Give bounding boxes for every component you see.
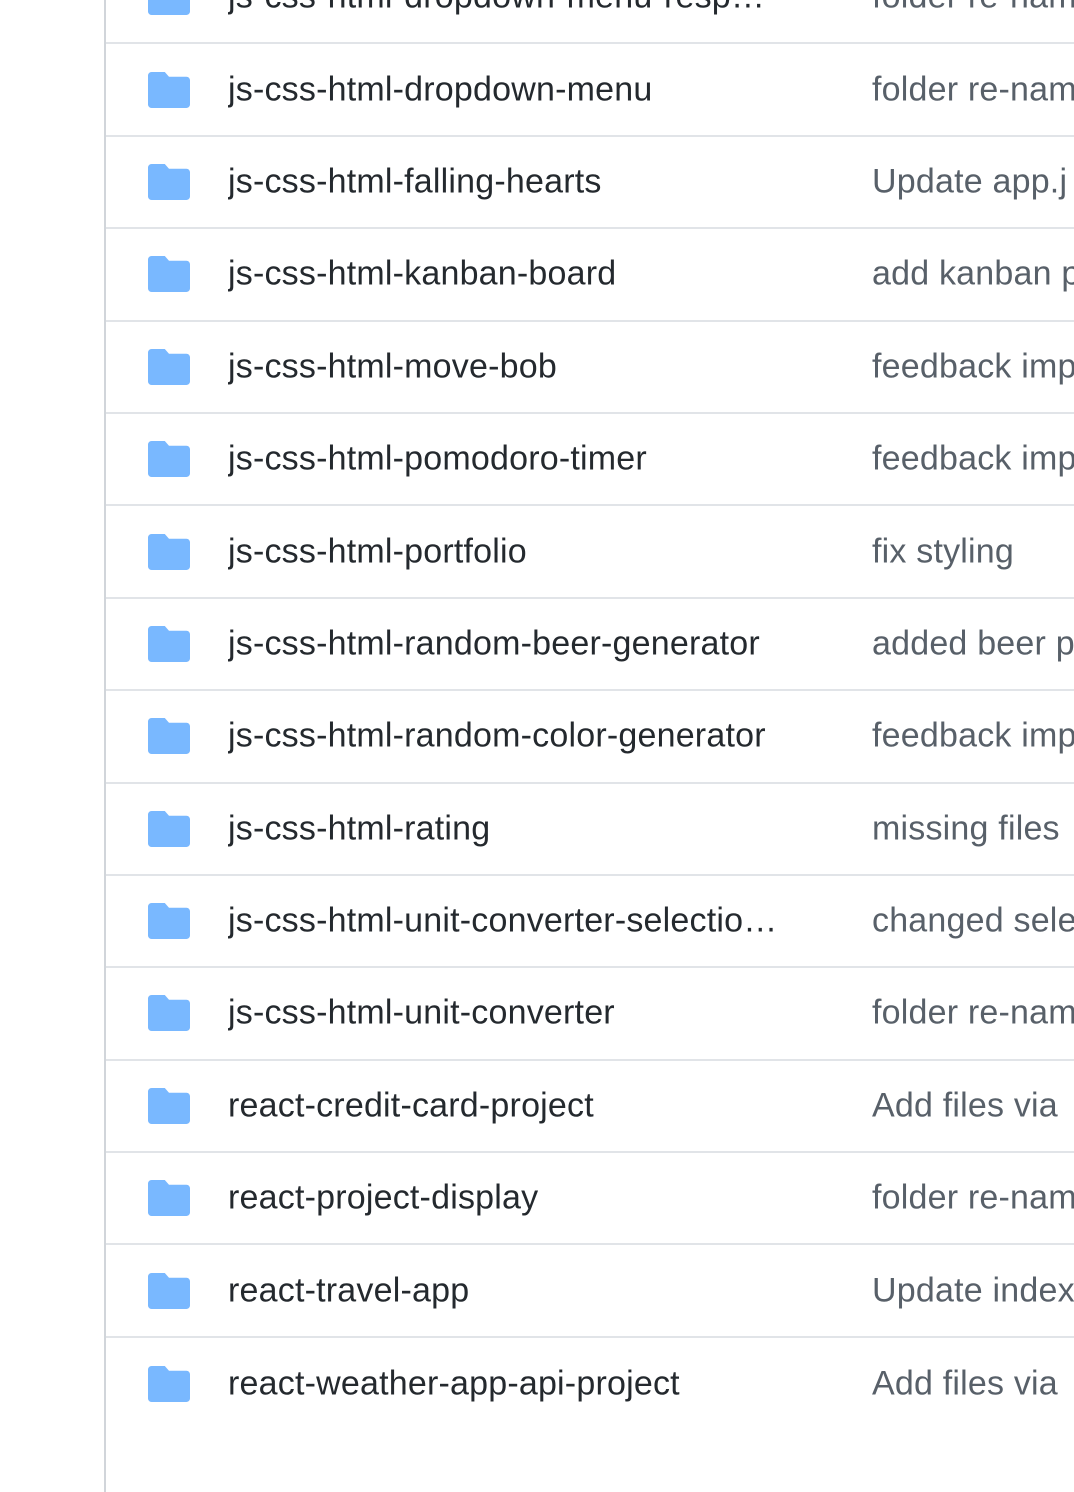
file-name-link[interactable]: js-css-html-rating (228, 809, 833, 848)
file-name-link[interactable]: js-css-html-unit-converter (228, 994, 833, 1033)
file-name-link[interactable]: js-css-html-random-beer-generator (228, 624, 833, 663)
commit-message-link[interactable]: missing files (872, 809, 1060, 848)
commit-message-link[interactable]: added beer p (872, 624, 1074, 663)
file-row[interactable]: js-css-html-move-bob feedback imp (106, 322, 1074, 414)
file-row[interactable]: js-css-html-unit-converter folder re-nam (106, 968, 1074, 1061)
file-row[interactable]: js-css-html-unit-converter-selectio… cha… (106, 876, 1074, 969)
folder-icon (148, 71, 190, 108)
folder-icon (148, 1180, 190, 1217)
commit-message-link[interactable]: Add files via (872, 1365, 1058, 1404)
file-name-link[interactable]: js-css-html-falling-hearts (228, 162, 833, 201)
file-row[interactable]: react-project-display folder re-nam (106, 1153, 1074, 1246)
folder-icon (148, 1087, 190, 1124)
file-row[interactable]: js-css-html-rating missing files (106, 784, 1074, 876)
commit-message-link[interactable]: folder re-nam (872, 994, 1074, 1033)
commit-message-link[interactable]: folder re-nam (872, 70, 1074, 109)
file-name-link[interactable]: js-css-html-dropdown-menu (228, 70, 833, 109)
folder-icon (148, 903, 190, 940)
folder-icon (148, 995, 190, 1032)
commit-message-link[interactable]: feedback imp (872, 717, 1074, 756)
file-name-link[interactable]: js-css-html-dropdown-menu-resp… (228, 0, 833, 17)
commit-message-link[interactable]: folder re-nam (872, 1179, 1074, 1218)
folder-icon (148, 348, 190, 385)
folder-icon (148, 0, 190, 16)
commit-message-link[interactable]: folder re-nam (872, 0, 1074, 17)
file-row[interactable]: js-css-html-dropdown-menu-resp… folder r… (106, 0, 1074, 45)
file-name-link[interactable]: js-css-html-pomodoro-timer (228, 440, 833, 479)
file-row[interactable]: react-travel-app Update index (106, 1245, 1074, 1338)
file-name-link[interactable]: react-travel-app (228, 1271, 833, 1310)
file-row[interactable]: js-css-html-random-beer-generator added … (106, 599, 1074, 692)
file-row[interactable]: js-css-html-pomodoro-timer feedback imp (106, 414, 1074, 507)
file-name-link[interactable]: js-css-html-unit-converter-selectio… (228, 902, 833, 941)
folder-icon (148, 718, 190, 755)
commit-message-link[interactable]: Update index (872, 1271, 1074, 1310)
file-name-link[interactable]: js-css-html-kanban-board (228, 255, 833, 294)
file-name-link[interactable]: react-weather-app-api-project (228, 1365, 833, 1404)
file-row[interactable]: react-weather-app-api-project Add files … (106, 1338, 1074, 1430)
commit-message-link[interactable]: fix styling (872, 532, 1014, 571)
commit-message-link[interactable]: add kanban p (872, 255, 1074, 294)
folder-icon (148, 441, 190, 478)
file-row[interactable]: js-css-html-falling-hearts Update app.j (106, 137, 1074, 230)
file-row[interactable]: js-css-html-portfolio fix styling (106, 506, 1074, 599)
folder-icon (148, 256, 190, 293)
commit-message-link[interactable]: changed sele (872, 902, 1074, 941)
commit-message-link[interactable]: Update app.j (872, 162, 1067, 201)
file-list: js-css-html-dropdown-menu-resp… folder r… (104, 0, 1074, 1492)
file-name-link[interactable]: react-project-display (228, 1179, 833, 1218)
file-row[interactable]: js-css-html-kanban-board add kanban p (106, 229, 1074, 322)
commit-message-link[interactable]: feedback imp (872, 440, 1074, 479)
file-name-link[interactable]: react-credit-card-project (228, 1086, 833, 1125)
commit-message-link[interactable]: Add files via (872, 1086, 1058, 1125)
folder-icon (148, 163, 190, 200)
file-name-link[interactable]: js-css-html-random-color-generator (228, 717, 833, 756)
folder-icon (148, 1366, 190, 1403)
commit-message-link[interactable]: feedback imp (872, 347, 1074, 386)
folder-icon (148, 1272, 190, 1309)
file-row[interactable]: js-css-html-dropdown-menu folder re-nam (106, 44, 1074, 137)
file-row[interactable]: react-credit-card-project Add files via (106, 1061, 1074, 1154)
folder-icon (148, 625, 190, 662)
folder-icon (148, 533, 190, 570)
file-name-link[interactable]: js-css-html-move-bob (228, 347, 833, 386)
file-name-link[interactable]: js-css-html-portfolio (228, 532, 833, 571)
folder-icon (148, 810, 190, 847)
file-row[interactable]: js-css-html-random-color-generator feedb… (106, 691, 1074, 784)
